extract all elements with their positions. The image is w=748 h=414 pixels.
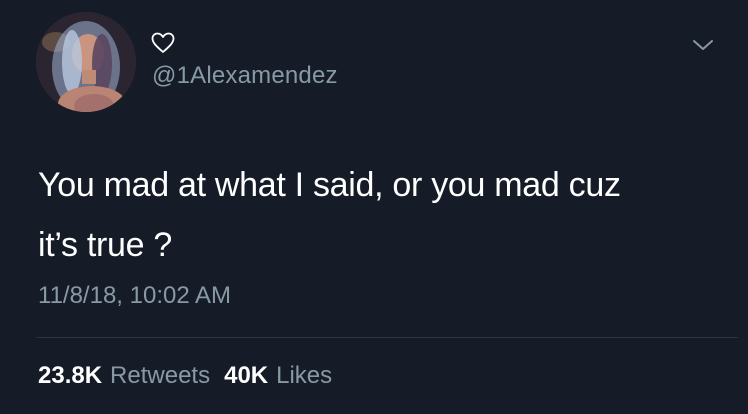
avatar[interactable] [36, 12, 136, 112]
divider [36, 337, 738, 338]
avatar-photo [36, 12, 136, 112]
likes-count: 40K [224, 362, 269, 389]
likes-stat[interactable]: 40K Likes [224, 362, 332, 390]
tweet-text: You mad at what I said, or you mad cuz i… [38, 166, 621, 264]
retweets-count: 23.8K [38, 362, 103, 389]
chevron-down-icon[interactable] [691, 37, 715, 53]
user-handle[interactable]: @1Alexamendez [152, 62, 338, 90]
tweet-timestamp[interactable]: 11/8/18, 10:02 AM [38, 282, 231, 310]
retweets-stat[interactable]: 23.8K Retweets [38, 362, 210, 390]
heart-outline-icon [151, 32, 175, 53]
likes-label: Likes [276, 362, 333, 389]
tweet-card: @1Alexamendez You mad at what I said, or… [0, 0, 748, 414]
tweet-stats: 23.8K Retweets 40K Likes [38, 362, 332, 390]
display-name[interactable] [150, 30, 176, 56]
retweets-label: Retweets [110, 362, 211, 389]
